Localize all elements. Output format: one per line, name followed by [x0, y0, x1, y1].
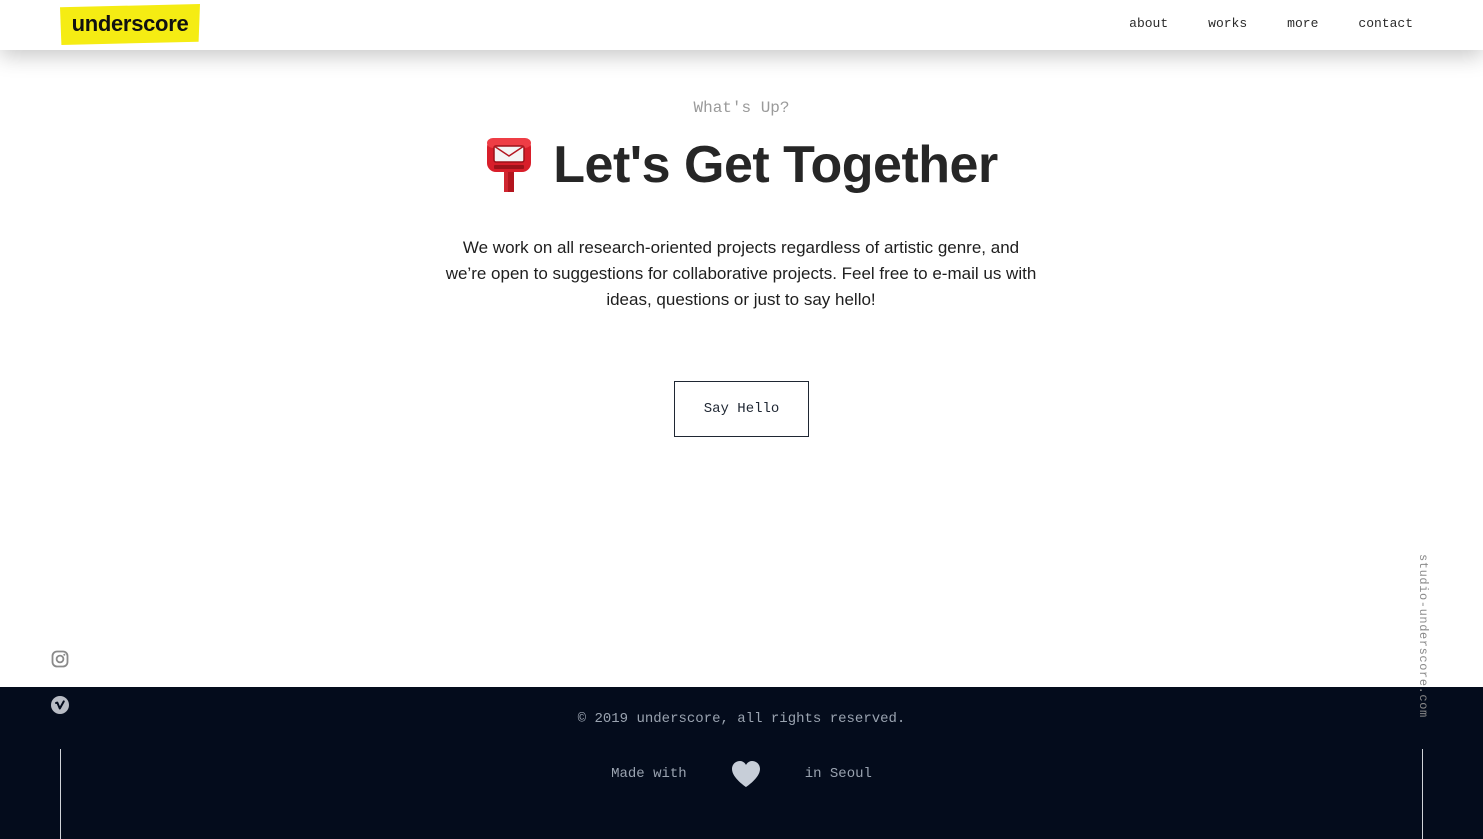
instagram-link[interactable]	[51, 650, 69, 668]
copyright-text: © 2019 underscore, all rights reserved.	[577, 711, 906, 727]
nav-more[interactable]: more	[1287, 16, 1318, 32]
page-title: Let's Get Together	[553, 136, 998, 194]
site-footer: © 2019 underscore, all rights reserved. …	[0, 687, 1483, 839]
title-row: Let's Get Together	[0, 134, 1483, 196]
made-with-prefix: Made with	[611, 766, 687, 782]
logo-text: underscore	[71, 10, 189, 36]
nav-about[interactable]: about	[1129, 16, 1168, 32]
postbox-icon	[487, 138, 532, 192]
heart-icon	[731, 761, 760, 787]
main-nav: about works more contact	[1089, 16, 1413, 32]
nav-contact[interactable]: contact	[1358, 16, 1413, 32]
say-hello-button[interactable]: Say Hello	[674, 381, 809, 437]
intro-paragraph: We work on all research-oriented project…	[445, 238, 1037, 309]
made-with-line: Made with in Seoul	[0, 760, 1483, 788]
site-url-vertical: studio-underscore.com	[1416, 554, 1430, 718]
vimeo-icon	[51, 696, 69, 714]
instagram-icon	[51, 650, 69, 668]
made-with-suffix: in Seoul	[804, 766, 872, 782]
logo[interactable]: underscore	[60, 4, 200, 45]
vimeo-link[interactable]	[51, 696, 69, 714]
site-header: underscore about works more contact	[0, 0, 1483, 50]
section-eyebrow: What's Up?	[693, 99, 790, 117]
nav-works[interactable]: works	[1208, 16, 1247, 32]
